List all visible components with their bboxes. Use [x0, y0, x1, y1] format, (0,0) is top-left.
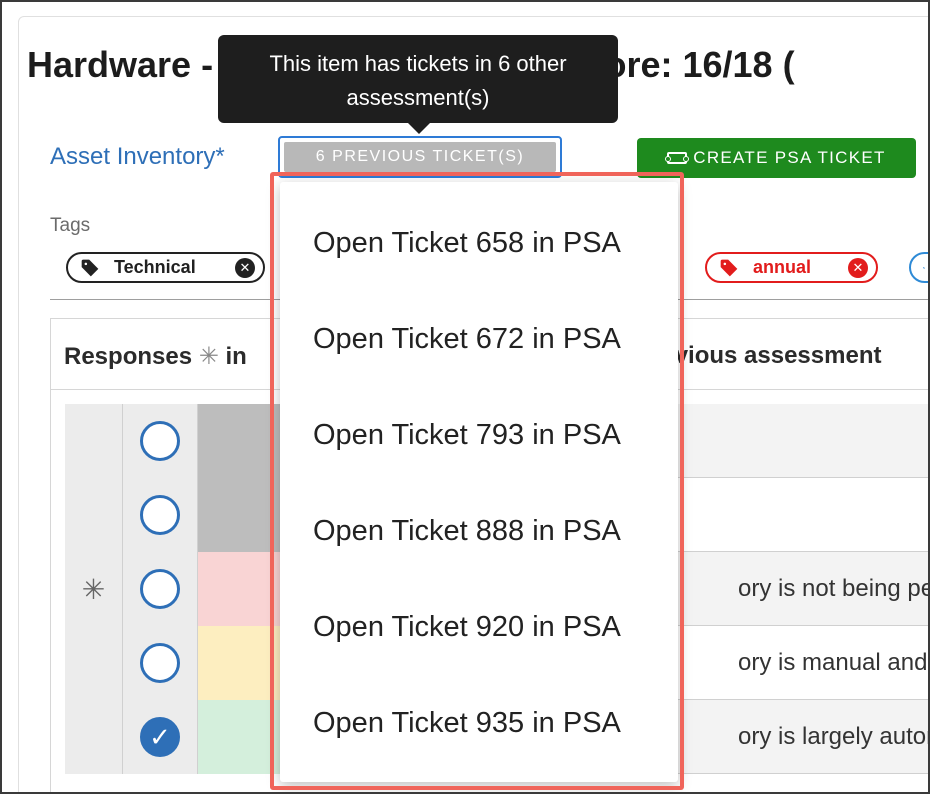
tags-label: Tags — [50, 215, 91, 236]
tag-technical: Technical ✕ — [66, 252, 265, 283]
previous-marker — [65, 478, 123, 552]
responses-header: Responses ✳ in — [64, 342, 247, 371]
response-radio[interactable] — [140, 569, 180, 609]
response-radio[interactable] — [140, 643, 180, 683]
tag-icon — [81, 259, 99, 276]
tag-label: annual — [753, 257, 812, 277]
responses-header-mid: in — [225, 343, 247, 370]
previous-marker — [65, 404, 123, 478]
response-radio[interactable] — [140, 495, 180, 535]
radio-cell: ✓ — [123, 700, 198, 774]
radio-cell — [123, 404, 198, 478]
previous-tickets-label: 6 PREVIOUS TICKET(S) — [284, 142, 556, 172]
create-psa-ticket-label: CREATE PSA TICKET — [693, 148, 886, 167]
previous-marker — [65, 700, 123, 774]
radio-cell — [123, 626, 198, 700]
asterisk-icon: ✳ — [198, 343, 219, 370]
tooltip: This item has tickets in 6 other assessm… — [218, 35, 618, 123]
menu-highlight-outline — [270, 172, 684, 790]
tag-label: Technical — [114, 257, 196, 277]
previous-marker — [65, 626, 123, 700]
tag-icon — [720, 259, 738, 276]
tooltip-arrow — [407, 122, 431, 134]
responses-header-right: revious assessment — [652, 342, 882, 369]
response-radio-checked[interactable]: ✓ — [140, 717, 180, 757]
ticket-icon — [665, 152, 690, 164]
radio-cell — [123, 478, 198, 552]
app-window: Hardware - Category Weighted Score: 16/1… — [0, 0, 930, 794]
radio-cell — [123, 552, 198, 626]
previous-marker: ✳ — [65, 552, 123, 626]
remove-tag-icon[interactable]: ✕ — [235, 257, 255, 278]
response-radio[interactable] — [140, 421, 180, 461]
tag-icon — [923, 266, 925, 269]
tag-annual: annual ✕ — [705, 252, 878, 283]
item-title[interactable]: Asset Inventory* — [50, 143, 225, 171]
responses-title: Responses — [64, 343, 193, 370]
remove-tag-icon[interactable]: ✕ — [848, 257, 868, 278]
